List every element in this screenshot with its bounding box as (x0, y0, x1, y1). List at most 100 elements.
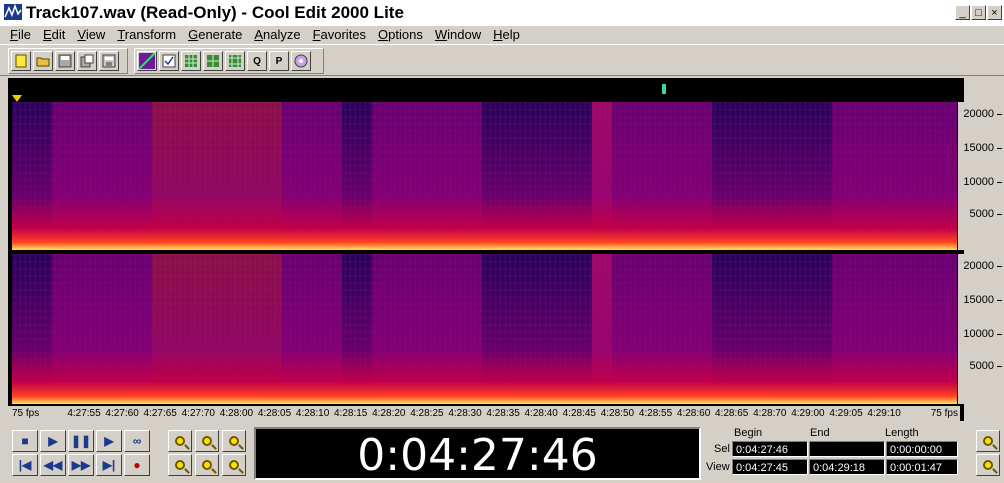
document-q-label: Q (253, 55, 261, 67)
window-title: Track107.wav (Read-Only) - Cool Edit 200… (26, 3, 404, 22)
playhead-marker[interactable] (12, 95, 22, 102)
new-icon[interactable] (11, 51, 31, 71)
menu-generate[interactable]: Generate (182, 26, 248, 44)
zoom-in-full-icon[interactable] (168, 430, 192, 452)
grid-b-icon[interactable] (203, 51, 223, 71)
freq-label-5000: 5000 (969, 208, 1003, 220)
ruler-tick-label: 4:28:20 (372, 408, 406, 419)
menu-analyze[interactable]: Analyze (248, 26, 306, 44)
frequency-scale-bottom: 20000 15000 10000 5000 (958, 254, 1003, 404)
ruler-tick-label: 4:28:65 (715, 408, 749, 419)
document-p-icon[interactable]: P (269, 51, 289, 71)
time-ruler[interactable]: 75 fps 75 fps 4:27:55 4:27:60 4:27:65 4:27:… (8, 406, 960, 422)
stop-icon[interactable]: ■ (12, 430, 38, 452)
ruler-tick-label: 4:28:00 (219, 408, 254, 419)
freq-label-20000: 20000 (963, 108, 1002, 120)
cd-icon[interactable] (291, 51, 311, 71)
freq-label-15000: 15000 (963, 294, 1002, 306)
menu-view[interactable]: View (71, 26, 111, 44)
zoom-out-full-icon[interactable] (195, 430, 219, 452)
pause-icon[interactable]: ❚❚ (68, 430, 94, 452)
toolbar: Q P (0, 44, 1004, 76)
sel-length-field[interactable]: 0:00:00:00 (886, 441, 958, 457)
ruler-tick-label: 4:28:40 (524, 408, 558, 419)
ruler-tick-label: 4:28:35 (486, 408, 520, 419)
file-toolbar-group (8, 48, 128, 74)
window-controls: _ □ × (955, 5, 1002, 20)
go-to-end-icon[interactable]: ▶| (96, 454, 122, 476)
overview-bar[interactable] (10, 84, 958, 94)
fast-forward-icon[interactable]: ▶▶ (68, 454, 94, 476)
menu-edit[interactable]: Edit (37, 26, 71, 44)
menu-favorites[interactable]: Favorites (307, 26, 372, 44)
zoom-to-fit-icon[interactable] (222, 454, 246, 476)
sel-end-field[interactable] (809, 441, 885, 457)
maximize-button[interactable]: □ (971, 5, 986, 20)
view-end-field[interactable]: 0:04:29:18 (809, 459, 885, 475)
play-icon[interactable]: ▶ (40, 430, 66, 452)
sel-row-label: Sel (714, 443, 730, 455)
ruler-tick-label: 4:28:50 (600, 408, 635, 419)
spectrogram-right-channel[interactable] (12, 254, 957, 404)
ruler-tick-label: 4:27:65 (143, 408, 177, 419)
ruler-tick-label: 4:27:55 (67, 408, 101, 419)
ruler-tick-label: 4:29:00 (791, 408, 825, 419)
ruler-tick-label: 4:28:45 (562, 408, 596, 419)
view-toolbar-group: Q P (134, 48, 324, 74)
record-icon[interactable]: ● (124, 454, 150, 476)
ruler-tick-label: 4:29:10 (867, 408, 901, 419)
ruler-tick-label: 4:28:70 (753, 408, 787, 419)
grid-a-icon[interactable] (181, 51, 201, 71)
title-bar: Track107.wav (Read-Only) - Cool Edit 200… (0, 0, 1004, 26)
zoom-right-icon[interactable] (195, 454, 219, 476)
end-header: End (810, 427, 830, 439)
save-icon[interactable] (55, 51, 75, 71)
vertical-zoom-out-icon[interactable] (976, 430, 1000, 452)
ruler-left-fps: 75 fps (12, 408, 40, 419)
rewind-icon[interactable]: ◀◀ (40, 454, 66, 476)
menu-help[interactable]: Help (487, 26, 526, 44)
sel-begin-field[interactable]: 0:04:27:46 (732, 441, 808, 457)
spectral-view-icon[interactable] (137, 51, 157, 71)
ruler-tick-label: 4:28:60 (676, 408, 711, 419)
ruler-tick-label: 4:28:05 (257, 408, 292, 419)
freq-label-10000: 10000 (963, 328, 1002, 340)
save-all-icon[interactable] (99, 51, 119, 71)
spectrogram-left-channel[interactable] (12, 102, 957, 250)
menu-bar: File Edit View Transform Generate Analyz… (0, 26, 1004, 44)
ruler-right-fps: 75 fps (930, 408, 958, 419)
ruler-tick-label: 4:28:30 (448, 408, 482, 419)
check-icon[interactable] (159, 51, 179, 71)
save-as-icon[interactable] (77, 51, 97, 71)
ruler-tick-label: 4:28:55 (638, 408, 673, 419)
close-button[interactable]: × (987, 5, 1002, 20)
go-to-start-icon[interactable]: |◀ (12, 454, 38, 476)
ruler-tick-label: 4:28:25 (410, 408, 444, 419)
loop-icon[interactable]: ∞ (124, 430, 150, 452)
document-q-icon[interactable]: Q (247, 51, 267, 71)
cool-edit-app-icon[interactable] (4, 4, 22, 20)
document-p-label: P (275, 55, 283, 67)
minimize-button[interactable]: _ (955, 5, 970, 20)
play-to-end-icon[interactable]: ▶ (96, 430, 122, 452)
menu-file[interactable]: File (4, 26, 37, 44)
vertical-zoom-in-icon[interactable] (976, 454, 1000, 476)
transport-panel: ■ ▶ ❚❚ ▶ ∞ |◀ ◀◀ ▶▶ ▶| ● 0:04:27:46 Begi… (0, 424, 1004, 483)
zoom-left-icon[interactable] (168, 454, 192, 476)
begin-header: Begin (734, 427, 763, 439)
zoom-selection-icon[interactable] (222, 430, 246, 452)
length-header: Length (885, 427, 919, 439)
ruler-tick-label: 4:29:05 (829, 408, 863, 419)
menu-options[interactable]: Options (372, 26, 429, 44)
ruler-tick-label: 4:27:70 (181, 408, 215, 419)
freq-label-5000: 5000 (969, 360, 1003, 372)
freq-label-15000: 15000 (963, 142, 1002, 154)
overview-view-marker[interactable] (662, 84, 666, 94)
grid-c-icon[interactable] (225, 51, 245, 71)
menu-window[interactable]: Window (429, 26, 487, 44)
menu-transform[interactable]: Transform (111, 26, 182, 44)
time-display: 0:04:27:46 (254, 427, 701, 481)
open-icon[interactable] (33, 51, 53, 71)
view-length-field[interactable]: 0:00:01:47 (886, 459, 958, 475)
view-begin-field[interactable]: 0:04:27:45 (732, 459, 808, 475)
